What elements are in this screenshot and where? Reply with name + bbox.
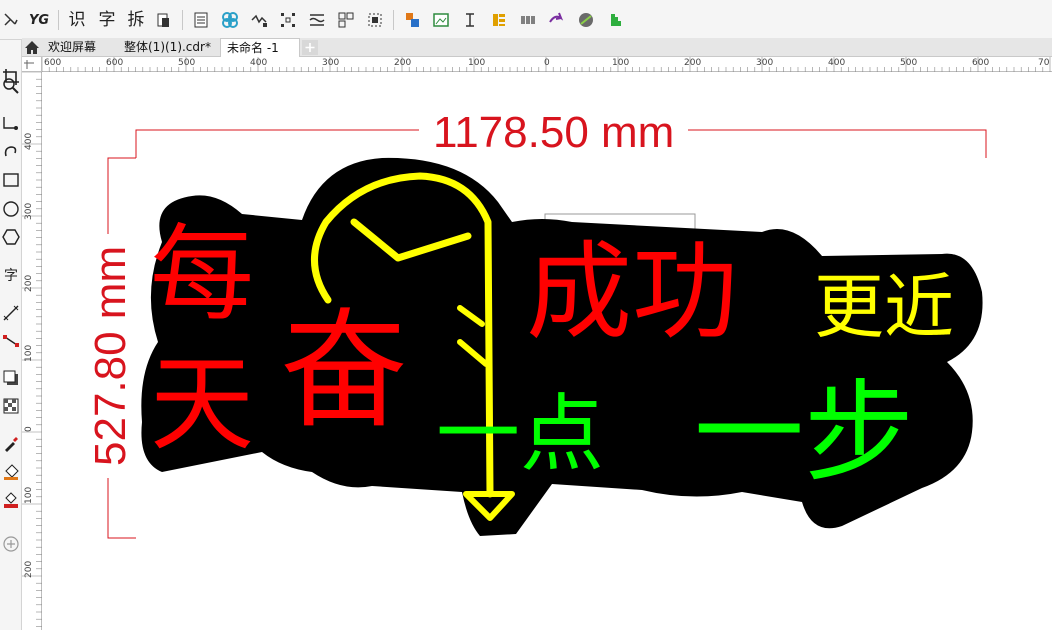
ruler-label: 600 [44,58,62,68]
ruler-label: 500 [178,58,196,68]
parallel-dimension-icon[interactable] [1,302,21,324]
ruler-label: 600 [106,58,124,68]
document-icon[interactable] [152,9,174,31]
pattern-icon[interactable] [219,9,241,31]
ruler-label: 400 [24,132,34,150]
globe-tool-icon[interactable] [575,9,597,31]
new-tab-button[interactable] [302,40,318,55]
sign-text-gengjin[interactable]: 更近 [814,272,954,342]
sign-text-chenggong[interactable]: 成功 [526,240,738,346]
freehand-tool-icon[interactable] [1,112,21,134]
nodes-icon[interactable] [277,9,299,31]
ruler-label: 200 [394,58,412,68]
toolbar-separator [182,10,183,30]
sign-char-mei[interactable]: 每 [150,222,254,326]
align-icon[interactable] [401,9,423,31]
split-button[interactable]: 拆 [125,9,147,31]
brand-logo[interactable]: YG [28,9,50,31]
sign-char-tian[interactable]: 天 [150,352,254,456]
eyedropper-icon[interactable] [1,433,21,455]
ruler-label: 100 [24,344,34,362]
add-tool-icon[interactable] [1,533,21,555]
vertical-ruler[interactable]: 400 300 200 100 0 100 200 [22,72,42,630]
left-toolbox: 字 [0,40,22,630]
ruler-label: 200 [684,58,702,68]
ruler-label: 500 [900,58,918,68]
tab-document-cdr[interactable]: 整体(1)(1).cdr* [118,38,217,57]
freehand-shape-icon[interactable] [0,9,22,31]
ruler-label: 100 [24,486,34,504]
smart-fill-icon[interactable] [1,489,21,511]
ruler-label: 0 [544,58,550,68]
ruler-label: 200 [24,560,34,578]
wave-lines-icon[interactable] [306,9,328,31]
document-tabs: 欢迎屏幕 整体(1)(1).cdr* 未命名 -1 [22,38,1052,57]
sign-char-fen[interactable]: 奋 [280,308,408,436]
ruler-label: 300 [322,58,340,68]
zoom-tool-icon[interactable] [1,75,21,97]
recognize-text-button[interactable]: 识 [66,9,88,31]
image-frame-icon[interactable] [430,9,452,31]
ruler-label: 70 [1038,58,1050,68]
text-cursor-icon[interactable] [459,9,481,31]
toolbar-separator [58,10,59,30]
ruler-label: 400 [250,58,268,68]
group-icon[interactable] [335,9,357,31]
fill-tool-icon[interactable] [1,461,21,483]
ruler-corner[interactable] [22,57,42,72]
list-icon[interactable] [190,9,212,31]
text-tool[interactable]: 字 [1,264,21,286]
tab-untitled[interactable]: 未命名 -1 [220,38,300,57]
plugin-icon[interactable] [604,9,626,31]
select-box-icon[interactable] [364,9,386,31]
path-tool-icon[interactable] [248,9,270,31]
ruler-label: 600 [972,58,990,68]
sign-text-yibu[interactable]: 一步 [694,378,914,488]
polygon-tool-icon[interactable] [1,226,21,248]
ruler-label: 400 [828,58,846,68]
connector-tool-icon[interactable] [1,330,21,352]
artistic-media-icon[interactable] [1,140,21,162]
horizontal-ruler[interactable]: 600 600 500 400 300 200 100 0 100 200 30… [42,57,1052,72]
ruler-label: 100 [468,58,486,68]
toolbar-separator [393,10,394,30]
transparency-icon[interactable] [1,395,21,417]
layers-icon[interactable] [488,9,510,31]
barcode-icon[interactable] [517,9,539,31]
rectangle-tool-icon[interactable] [1,169,21,191]
top-toolbar: YG 识 字 拆 [0,0,1052,40]
tab-welcome[interactable]: 欢迎屏幕 [42,38,102,57]
ellipse-tool-icon[interactable] [1,198,21,220]
macro-icon[interactable] [546,9,568,31]
home-icon[interactable] [24,40,40,55]
ruler-label: 200 [24,274,34,292]
ruler-label: 100 [612,58,630,68]
ruler-label: 300 [756,58,774,68]
ruler-label: 0 [24,426,34,432]
ruler-label: 300 [24,202,34,220]
sign-text-yidian[interactable]: 一点 [436,392,604,476]
drop-shadow-icon[interactable] [1,367,21,389]
drawing-canvas[interactable]: 1178.50 mm 527.80 mm 每 天 奋 成功 更近 一点 一步 [42,72,1052,630]
character-button[interactable]: 字 [96,9,118,31]
